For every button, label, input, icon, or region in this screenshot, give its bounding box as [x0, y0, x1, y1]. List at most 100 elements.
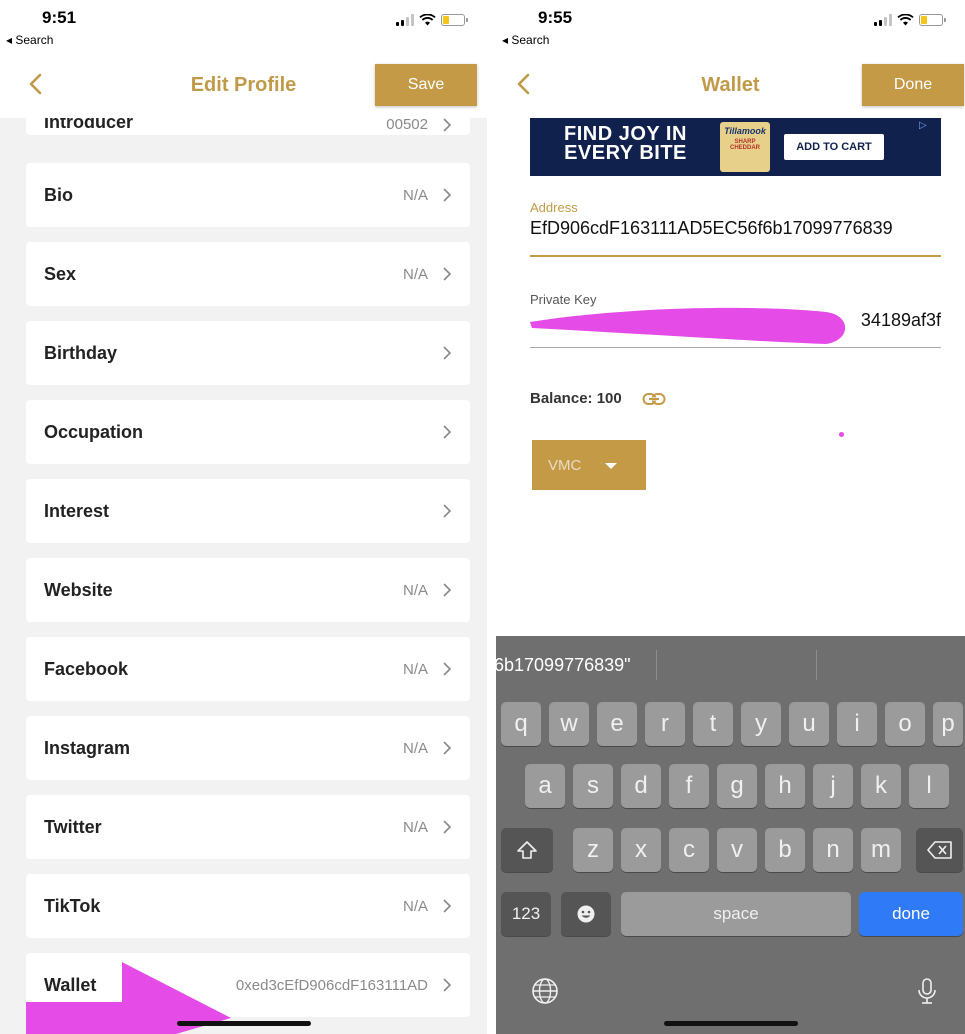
key-b[interactable]: b — [765, 828, 805, 872]
key-shift[interactable] — [501, 828, 553, 872]
ad-product-image: Tillamook SHARP CHEDDAR — [720, 122, 770, 172]
key-k[interactable]: k — [861, 764, 901, 808]
caret-down-icon — [605, 463, 618, 469]
suggestion-divider — [816, 650, 817, 680]
key-emoji[interactable] — [561, 892, 611, 936]
row-value: N/A — [402, 581, 428, 599]
key-w[interactable]: w — [549, 702, 589, 746]
key-y[interactable]: y — [741, 702, 781, 746]
status-time: 9:55 — [538, 8, 573, 27]
key-l[interactable]: l — [909, 764, 949, 808]
key-g[interactable]: g — [717, 764, 757, 808]
profile-row-tiktok[interactable]: TikTok N/A — [26, 874, 470, 938]
row-label: Sex — [44, 263, 77, 284]
row-value: N/A — [402, 265, 428, 283]
profile-row-facebook[interactable]: Facebook N/A — [26, 637, 470, 701]
globe-icon[interactable] — [530, 976, 560, 1006]
row-value: N/A — [402, 660, 428, 678]
key-space[interactable]: space — [621, 892, 851, 936]
profile-row-sex[interactable]: Sex N/A — [26, 242, 470, 306]
balance-row: Balance: 100 — [530, 390, 666, 407]
status-icons — [396, 14, 468, 26]
chevron-right-icon — [443, 346, 452, 360]
suggestion-divider — [656, 650, 657, 680]
chevron-right-icon — [443, 820, 452, 834]
profile-row-occupation[interactable]: Occupation — [26, 400, 470, 464]
profile-row-interest[interactable]: Interest — [26, 479, 470, 543]
key-m[interactable]: m — [861, 828, 901, 872]
done-button[interactable]: Done — [862, 64, 964, 106]
key-backspace[interactable] — [916, 828, 963, 872]
key-j[interactable]: j — [813, 764, 853, 808]
emoji-icon — [577, 905, 595, 923]
ad-choices-icon[interactable]: ▷ — [919, 120, 933, 134]
key-e[interactable]: e — [597, 702, 637, 746]
microphone-icon[interactable] — [912, 976, 942, 1006]
battery-icon — [441, 14, 468, 26]
key-s[interactable]: s — [573, 764, 613, 808]
home-indicator — [663, 1021, 798, 1026]
key-t[interactable]: t — [693, 702, 733, 746]
address-field[interactable]: Address EfD906cdF163111AD5EC56f6b1709977… — [530, 200, 941, 257]
key-v[interactable]: v — [717, 828, 757, 872]
key-h[interactable]: h — [765, 764, 805, 808]
key-numbers[interactable]: 123 — [501, 892, 551, 936]
shift-icon — [517, 841, 537, 859]
key-q[interactable]: q — [501, 702, 541, 746]
suggestion-item[interactable]: 6b17099776839" — [496, 655, 631, 676]
wifi-icon — [897, 14, 914, 26]
save-button[interactable]: Save — [375, 64, 477, 106]
key-c[interactable]: c — [669, 828, 709, 872]
row-label: Facebook — [44, 658, 129, 679]
cellular-signal-icon — [874, 14, 892, 26]
key-f[interactable]: f — [669, 764, 709, 808]
status-bar: 9:51 ◂ Search — [0, 0, 487, 52]
profile-field-list: Introducer 00502 Bio N/A Sex N/A Birthda… — [0, 87, 487, 1034]
row-label: Birthday — [44, 342, 118, 363]
ad-headline: FIND JOY IN EVERY BITE — [564, 123, 687, 164]
profile-row-instagram[interactable]: Instagram N/A — [26, 716, 470, 780]
chevron-right-icon — [443, 899, 452, 913]
back-to-search-link[interactable]: ◂ Search — [502, 33, 549, 47]
chevron-right-icon — [443, 741, 452, 755]
back-to-search-link[interactable]: ◂ Search — [6, 33, 53, 47]
wifi-icon — [419, 14, 436, 26]
key-z[interactable]: z — [573, 828, 613, 872]
currency-value: VMC — [548, 456, 582, 474]
on-screen-keyboard: 6b17099776839" q w e r t y u i o p a s d… — [496, 636, 965, 1034]
key-d[interactable]: d — [621, 764, 661, 808]
ad-add-to-cart-button[interactable]: ADD TO CART — [784, 134, 884, 160]
wallet-screen: 9:55 ◂ Search Wallet Done FIND JOY IN EV… — [496, 0, 965, 1034]
profile-row-bio[interactable]: Bio N/A — [26, 163, 470, 227]
row-value: 0xed3cEfD906cdF163111AD — [235, 976, 428, 994]
status-time: 9:51 — [42, 8, 77, 27]
address-label: Address — [530, 200, 578, 215]
profile-row-birthday[interactable]: Birthday — [26, 321, 470, 385]
key-p[interactable]: p — [933, 702, 963, 746]
status-bar: 9:55 ◂ Search — [496, 0, 965, 52]
key-i[interactable]: i — [837, 702, 877, 746]
currency-select[interactable]: VMC — [532, 440, 646, 490]
key-done[interactable]: done — [859, 892, 963, 936]
chevron-right-icon — [443, 662, 452, 676]
key-n[interactable]: n — [813, 828, 853, 872]
row-label: Instagram — [44, 737, 131, 758]
key-a[interactable]: a — [525, 764, 565, 808]
chevron-right-icon — [443, 504, 452, 518]
key-o[interactable]: o — [885, 702, 925, 746]
address-input[interactable]: EfD906cdF163111AD5EC56f6b17099776839 — [530, 218, 941, 239]
chevron-right-icon — [443, 583, 452, 597]
private-key-underline — [530, 347, 941, 348]
key-r[interactable]: r — [645, 702, 685, 746]
link-icon[interactable] — [642, 392, 666, 406]
status-icons — [874, 14, 946, 26]
address-underline — [530, 255, 941, 257]
banner-ad[interactable]: FIND JOY IN EVERY BITE Tillamook SHARP C… — [530, 118, 941, 176]
row-label: TikTok — [44, 895, 101, 916]
row-label: Bio — [44, 184, 73, 205]
chevron-right-icon — [443, 978, 452, 992]
profile-row-website[interactable]: Website N/A — [26, 558, 470, 622]
key-u[interactable]: u — [789, 702, 829, 746]
key-x[interactable]: x — [621, 828, 661, 872]
profile-row-twitter[interactable]: Twitter N/A — [26, 795, 470, 859]
